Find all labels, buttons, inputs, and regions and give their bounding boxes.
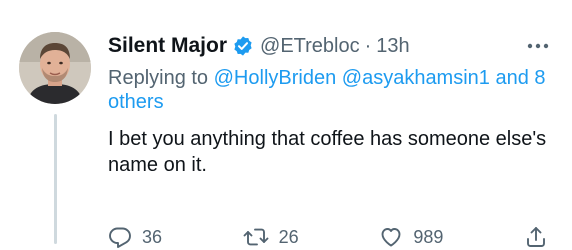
tweet-header: Silent Major @ETrebloc · 13h <box>108 30 552 62</box>
heart-icon <box>381 228 401 247</box>
reply-button[interactable]: 36 <box>108 225 162 249</box>
avatar-photo <box>19 32 91 104</box>
retweet-count: 26 <box>278 226 299 247</box>
retweet-icon <box>243 228 269 246</box>
author-handle[interactable]: @ETrebloc <box>260 35 360 58</box>
replying-prefix: Replying to <box>108 67 209 89</box>
mention-link[interactable]: @HollyBriden <box>214 67 337 89</box>
and-word[interactable]: and <box>495 67 528 89</box>
action-bar: 36 26 989 <box>108 224 548 250</box>
share-button[interactable] <box>524 225 548 249</box>
separator-dot: · <box>364 34 372 57</box>
share-icon <box>527 227 545 247</box>
author-name[interactable]: Silent Major <box>108 34 227 58</box>
avatar[interactable] <box>19 32 91 104</box>
retweet-button[interactable]: 26 <box>243 225 299 249</box>
reply-icon <box>109 227 131 248</box>
verified-badge-icon <box>232 35 254 57</box>
like-button[interactable]: 989 <box>379 225 443 249</box>
timestamp[interactable]: 13h <box>376 35 409 58</box>
replying-to: Replying to @HollyBriden @asyakhamsin1 a… <box>108 66 558 114</box>
thread-line <box>54 114 57 244</box>
like-count: 989 <box>413 226 444 247</box>
reply-count: 36 <box>142 226 163 247</box>
mention-link[interactable]: @asyakhamsin1 <box>342 67 490 89</box>
more-horizontal-icon[interactable] <box>524 34 552 58</box>
tweet-text: I bet you anything that coffee has someo… <box>108 128 547 176</box>
